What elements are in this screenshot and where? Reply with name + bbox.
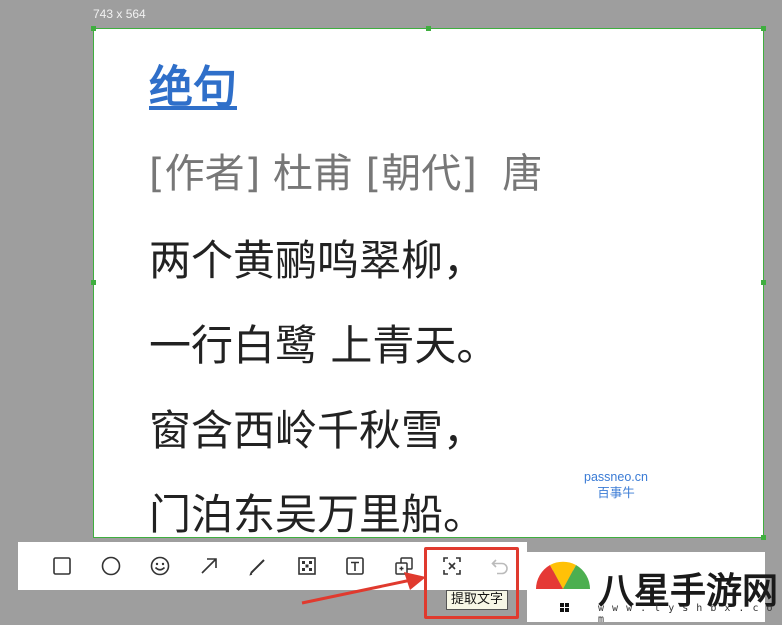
capture-region[interactable]: 绝句 [作者] 杜甫 [朝代] 唐 两个黄鹂鸣翠柳， 一行白鹭 上青天。 窗含西… [93, 28, 764, 538]
resize-handle-top-right[interactable] [761, 26, 766, 31]
arrow-icon [201, 558, 217, 574]
watermark: passneo.cn 百事牛 [576, 469, 656, 501]
pen-icon [249, 559, 265, 576]
poem-line-3: 窗含西岭千秋雪， [149, 406, 486, 455]
watermark-domain: passneo.cn [584, 470, 648, 484]
rectangle-tool-button[interactable] [48, 552, 76, 580]
poem-line-2: 一行白鹭 上青天。 [149, 321, 499, 370]
ellipse-tool-button[interactable] [97, 552, 125, 580]
resize-handle-top-left[interactable] [91, 26, 96, 31]
resize-handle-bottom-right[interactable] [761, 535, 766, 540]
annotation-arrow-icon [301, 572, 426, 605]
extract-text-tooltip: 提取文字 [446, 590, 509, 610]
capture-size-label: 743 x 564 [93, 7, 146, 21]
arrow-tool-button[interactable] [195, 552, 223, 580]
poem-line-1: 两个黄鹂鸣翠柳， [149, 236, 486, 285]
resize-handle-right[interactable] [761, 280, 766, 285]
poem-meta: [作者] 杜甫 [朝代] 唐 [149, 151, 543, 197]
emoji-tool-button[interactable] [146, 552, 174, 580]
pen-tool-button[interactable] [244, 552, 272, 580]
poem-line-4: 门泊东吴万里船。 [149, 490, 486, 538]
watermark-brand: 百事牛 [597, 486, 635, 500]
resize-handle-left[interactable] [91, 280, 96, 285]
emoji-icon [150, 556, 170, 576]
ellipse-icon [101, 556, 121, 576]
poem-title: 绝句 [149, 62, 237, 113]
resize-handle-top[interactable] [426, 26, 431, 31]
rectangle-icon [53, 557, 71, 575]
